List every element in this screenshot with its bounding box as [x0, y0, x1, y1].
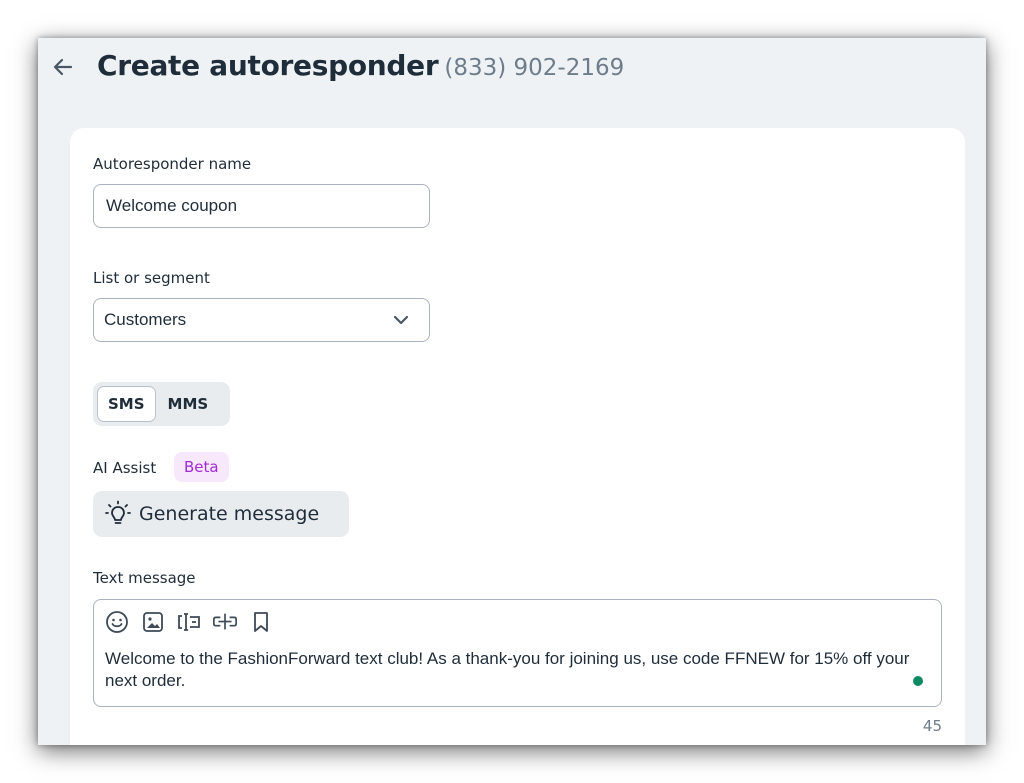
message-text[interactable]: Welcome to the FashionForward text club!… [105, 648, 925, 692]
title-group: Create autoresponder (833) 902-2169 [97, 49, 624, 82]
image-button[interactable] [140, 609, 166, 635]
ai-assist-label: AI Assist [93, 459, 157, 477]
chevron-down-icon [393, 315, 409, 325]
back-button[interactable] [50, 52, 76, 82]
autoresponder-name-label: Autoresponder name [93, 155, 252, 173]
list-segment-value: Customers [104, 310, 187, 329]
merge-field-icon [178, 613, 200, 631]
bookmark-icon [254, 612, 268, 632]
status-indicator [913, 676, 923, 686]
phone-number: (833) 902-2169 [444, 55, 625, 81]
editor-toolbar [104, 609, 274, 635]
message-editor[interactable]: Welcome to the FashionForward text club!… [93, 599, 942, 707]
emoji-button[interactable] [104, 609, 130, 635]
arrow-left-icon [53, 58, 73, 76]
list-segment-label: List or segment [93, 269, 210, 287]
page-header: Create autoresponder (833) 902-2169 [38, 38, 986, 102]
emoji-icon [106, 611, 128, 633]
link-button[interactable] [212, 609, 238, 635]
form-card: Autoresponder name List or segment Custo… [70, 128, 965, 745]
page-title: Create autoresponder [97, 49, 439, 82]
autoresponder-name-input[interactable] [93, 184, 430, 228]
beta-badge: Beta [174, 452, 229, 482]
list-segment-select[interactable]: Customers [93, 298, 430, 342]
generate-message-label: Generate message [139, 503, 320, 525]
lightbulb-icon [105, 500, 131, 524]
character-count: 45 [922, 717, 942, 735]
link-icon [213, 613, 237, 630]
bookmark-button[interactable] [248, 609, 274, 635]
mms-tab[interactable]: MMS [158, 386, 219, 422]
text-message-label: Text message [93, 569, 196, 587]
generate-message-button[interactable]: Generate message [93, 491, 349, 537]
merge-field-button[interactable] [176, 609, 202, 635]
channel-toggle: SMS MMS [93, 382, 230, 426]
app-window: Create autoresponder (833) 902-2169 Autor… [38, 38, 986, 745]
image-icon [143, 612, 163, 632]
sms-tab[interactable]: SMS [97, 386, 156, 422]
